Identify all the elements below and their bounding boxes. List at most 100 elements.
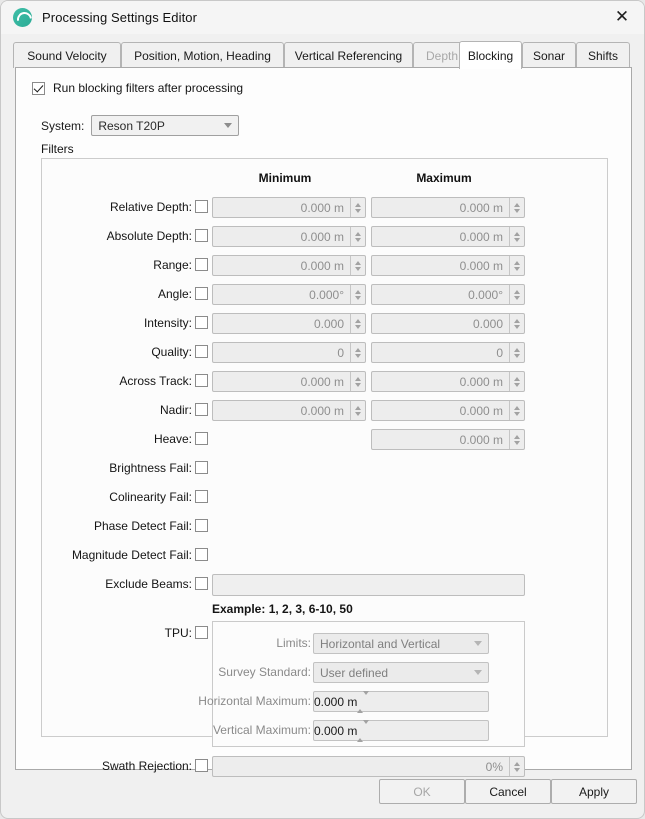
filter-max-heave[interactable]: 0.000 m: [371, 429, 525, 450]
filter-min-quality[interactable]: 0: [212, 342, 366, 363]
chevron-up-icon[interactable]: [514, 406, 520, 410]
filter-checkbox-phase-detect-fail[interactable]: [195, 519, 208, 532]
chevron-up-icon[interactable]: [514, 232, 520, 236]
spinner-buttons[interactable]: [350, 343, 365, 362]
tpu-survey-standard-select[interactable]: User defined: [313, 662, 489, 683]
filter-min-range[interactable]: 0.000 m: [212, 255, 366, 276]
tpu-vertical-maximum-input[interactable]: 0.000 m: [313, 720, 489, 741]
spinner-buttons[interactable]: [350, 285, 365, 304]
chevron-up-icon[interactable]: [514, 377, 520, 381]
filter-min-intensity[interactable]: 0.000: [212, 313, 366, 334]
chevron-up-icon[interactable]: [514, 348, 520, 352]
tab-sound-velocity[interactable]: Sound Velocity: [13, 42, 121, 68]
chevron-up-icon[interactable]: [355, 203, 361, 207]
spinner-buttons[interactable]: [357, 695, 369, 709]
filter-checkbox-tpu[interactable]: [195, 626, 208, 639]
filter-checkbox-range[interactable]: [195, 258, 208, 271]
spinner-buttons[interactable]: [509, 256, 524, 275]
chevron-down-icon[interactable]: [514, 441, 520, 445]
spinner-buttons[interactable]: [350, 256, 365, 275]
chevron-up-icon[interactable]: [355, 319, 361, 323]
chevron-down-icon[interactable]: [514, 325, 520, 329]
spinner-buttons[interactable]: [509, 430, 524, 449]
spinner-buttons[interactable]: [509, 285, 524, 304]
chevron-up-icon[interactable]: [514, 319, 520, 323]
tab-shifts[interactable]: Shifts: [576, 42, 630, 68]
spinner-buttons[interactable]: [509, 314, 524, 333]
chevron-down-icon[interactable]: [514, 412, 520, 416]
spinner-buttons[interactable]: [350, 198, 365, 217]
chevron-down-icon[interactable]: [355, 325, 361, 329]
filter-max-nadir[interactable]: 0.000 m: [371, 400, 525, 421]
chevron-up-icon[interactable]: [514, 290, 520, 294]
chevron-down-icon[interactable]: [355, 209, 361, 213]
spinner-buttons[interactable]: [509, 343, 524, 362]
chevron-down-icon[interactable]: [514, 296, 520, 300]
chevron-up-icon[interactable]: [355, 377, 361, 381]
spinner-buttons[interactable]: [509, 198, 524, 217]
chevron-down-icon[interactable]: [514, 238, 520, 242]
filter-min-nadir[interactable]: 0.000 m: [212, 400, 366, 421]
filter-max-across-track[interactable]: 0.000 m: [371, 371, 525, 392]
filter-checkbox-across-track[interactable]: [195, 374, 208, 387]
chevron-up-icon[interactable]: [514, 762, 520, 766]
tpu-horizontal-maximum-input[interactable]: 0.000 m: [313, 691, 489, 712]
spinner-buttons[interactable]: [509, 757, 524, 776]
system-select[interactable]: Reson T20P: [91, 115, 239, 136]
spinner-buttons[interactable]: [350, 372, 365, 391]
chevron-down-icon[interactable]: [514, 267, 520, 271]
tab-blocking[interactable]: Blocking: [459, 41, 522, 69]
tab-vertical-referencing[interactable]: Vertical Referencing: [284, 42, 413, 68]
chevron-down-icon[interactable]: [514, 209, 520, 213]
chevron-up-icon[interactable]: [355, 290, 361, 294]
filter-checkbox-exclude-beams[interactable]: [195, 577, 208, 590]
filter-min-across-track[interactable]: 0.000 m: [212, 371, 366, 392]
filter-checkbox-heave[interactable]: [195, 432, 208, 445]
spinner-buttons[interactable]: [509, 372, 524, 391]
filter-checkbox-relative-depth[interactable]: [195, 200, 208, 213]
filter-max-quality[interactable]: 0: [371, 342, 525, 363]
spinner-buttons[interactable]: [509, 401, 524, 420]
run-blocking-filters-checkbox[interactable]: [32, 82, 45, 95]
chevron-down-icon[interactable]: [355, 238, 361, 242]
tab-position-motion-heading[interactable]: Position, Motion, Heading: [121, 42, 284, 68]
chevron-up-icon[interactable]: [355, 232, 361, 236]
chevron-up-icon[interactable]: [514, 203, 520, 207]
chevron-up-icon[interactable]: [514, 261, 520, 265]
filter-max-intensity[interactable]: 0.000: [371, 313, 525, 334]
filter-min-relative-depth[interactable]: 0.000 m: [212, 197, 366, 218]
run-blocking-filters-row[interactable]: Run blocking filters after processing: [32, 81, 243, 95]
spinner-buttons[interactable]: [357, 724, 369, 738]
chevron-down-icon[interactable]: [355, 383, 361, 387]
chevron-down-icon[interactable]: [355, 354, 361, 358]
filter-checkbox-intensity[interactable]: [195, 316, 208, 329]
chevron-up-icon[interactable]: [355, 406, 361, 410]
tpu-limits-select[interactable]: Horizontal and Vertical: [313, 633, 489, 654]
close-icon[interactable]: ✕: [602, 3, 642, 31]
filter-min-absolute-depth[interactable]: 0.000 m: [212, 226, 366, 247]
filter-checkbox-swath-rejection[interactable]: [195, 759, 208, 772]
swath-rejection-input[interactable]: 0%: [212, 756, 525, 777]
chevron-down-icon[interactable]: [514, 768, 520, 772]
chevron-down-icon[interactable]: [355, 412, 361, 416]
chevron-up-icon[interactable]: [514, 435, 520, 439]
filter-checkbox-quality[interactable]: [195, 345, 208, 358]
spinner-buttons[interactable]: [350, 401, 365, 420]
filter-checkbox-absolute-depth[interactable]: [195, 229, 208, 242]
chevron-down-icon[interactable]: [363, 720, 369, 738]
cancel-button[interactable]: Cancel: [465, 779, 551, 804]
filter-min-angle[interactable]: 0.000°: [212, 284, 366, 305]
apply-button[interactable]: Apply: [551, 779, 637, 804]
filter-max-absolute-depth[interactable]: 0.000 m: [371, 226, 525, 247]
chevron-down-icon[interactable]: [514, 383, 520, 387]
chevron-up-icon[interactable]: [355, 261, 361, 265]
chevron-down-icon[interactable]: [355, 267, 361, 271]
filter-max-angle[interactable]: 0.000°: [371, 284, 525, 305]
tab-sonar[interactable]: Sonar: [522, 42, 576, 68]
exclude-beams-input[interactable]: [212, 574, 525, 596]
filter-max-range[interactable]: 0.000 m: [371, 255, 525, 276]
chevron-up-icon[interactable]: [355, 348, 361, 352]
filter-max-relative-depth[interactable]: 0.000 m: [371, 197, 525, 218]
chevron-down-icon[interactable]: [514, 354, 520, 358]
filter-checkbox-angle[interactable]: [195, 287, 208, 300]
